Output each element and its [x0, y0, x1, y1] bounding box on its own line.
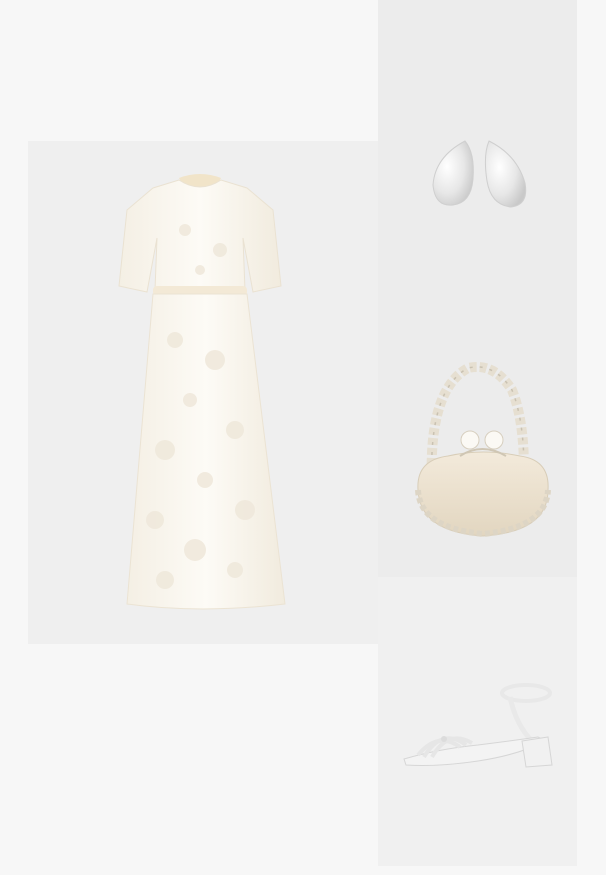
sandal-icon[interactable] [398, 675, 558, 775]
earrings-icon[interactable] [425, 135, 535, 215]
dress-icon[interactable] [95, 170, 305, 620]
handbag-icon[interactable] [408, 360, 558, 545]
